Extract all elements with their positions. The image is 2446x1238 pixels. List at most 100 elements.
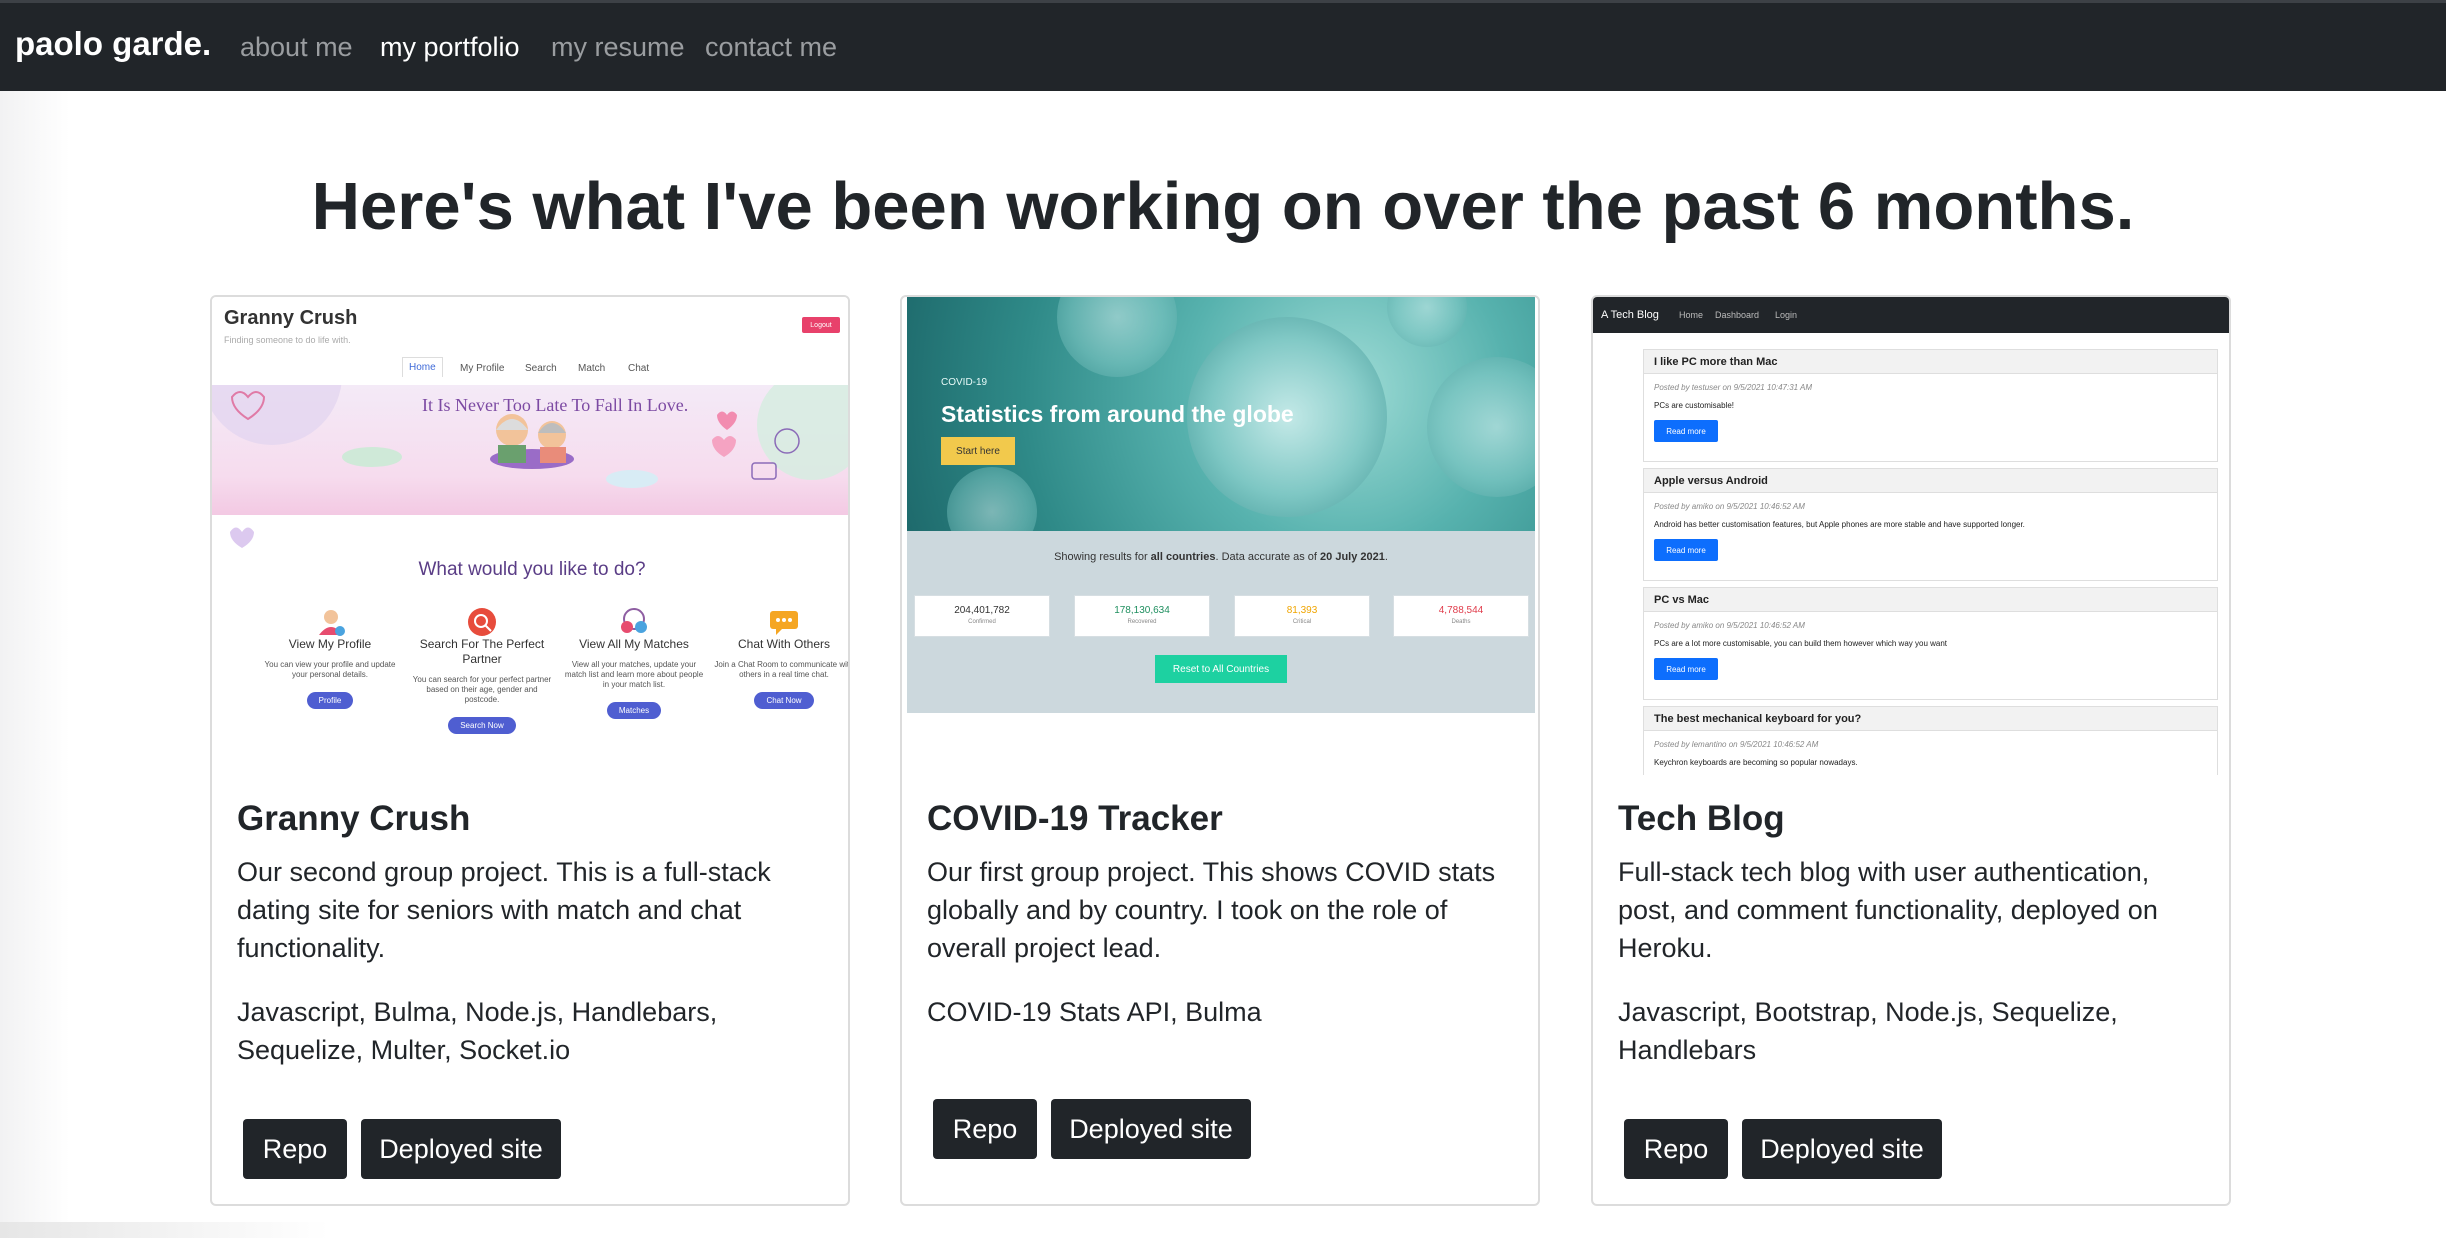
cv-stat-label: Recovered [1127,619,1157,625]
tb-post: The best mechanical keyboard for you? Po… [1643,706,2218,775]
gc-tagline: Finding someone to do life with. [224,335,351,345]
cv-hero: COVID-19 Statistics from around the glob… [907,297,1535,531]
cv-stat-value: 81,393 [1286,605,1318,616]
tb-read-more-button: Read more [1654,420,1718,442]
tb-post-body: Android has better customisation feature… [1654,520,2025,529]
gc-chat-button: Chat Now [754,692,814,709]
cv-stats-section: Showing results for all countries. Data … [907,531,1535,713]
tb-read-more-button: Read more [1654,658,1718,680]
nav-my-portfolio[interactable]: my portfolio [380,32,520,63]
deployed-site-button[interactable]: Deployed site [1051,1099,1251,1159]
cv-stat-label: Deaths [1451,619,1471,625]
cv-stat-value: 4,788,544 [1438,605,1484,616]
gc-tab-search: Search [525,363,557,374]
gc-tab-my-profile: My Profile [460,363,505,374]
project-card-covid-tracker: COVID-19 Statistics from around the glob… [900,295,1540,1206]
virus-icon [1427,357,1535,497]
gc-feature-desc: You can view your profile and update you… [264,660,396,679]
gc-heart-icon [230,527,254,548]
gc-feature-desc: Join a Chat Room to communicate with oth… [714,660,848,679]
gc-profile-icon [319,610,345,636]
gc-feature-profile: View My Profile You can view your profil… [260,607,400,709]
tb-brand: A Tech Blog [1601,309,1659,321]
gc-feature-title: Search For The Perfect Partner [419,637,545,666]
tb-link-login: Login [1775,310,1798,320]
card-title: Tech Blog [1618,799,1785,838]
gc-banner-illustration [212,385,848,488]
virus-icon [947,467,1037,531]
cv-stat-deaths: 4,788,544 Deaths [1393,595,1529,637]
cv-showing-mid: . Data accurate as of [1215,551,1321,563]
cv-showing-end: . [1384,551,1388,563]
repo-button[interactable]: Repo [243,1119,347,1179]
gc-feature-title: View All My Matches [579,637,689,651]
tb-post-title: I like PC more than Mac [1644,350,2217,374]
gc-feature-title: Chat With Others [737,637,831,651]
tb-post: I like PC more than Mac Posted by testus… [1643,349,2218,462]
card-title: COVID-19 Tracker [927,799,1223,838]
repo-button[interactable]: Repo [933,1099,1037,1159]
tb-post-meta: Posted by amiko on 9/5/2021 10:46:52 AM [1654,502,1805,511]
cv-stat-value: 178,130,634 [1114,605,1170,616]
tb-post-body: Keychron keyboards are becoming so popul… [1654,758,1858,767]
tb-post-title: PC vs Mac [1644,588,2217,612]
gc-feature-desc: View all your matches, update your match… [564,660,704,689]
project-screenshot-granny-crush[interactable]: Granny Crush Finding someone to do life … [212,297,848,775]
gc-feature-desc: You can search for your perfect partner … [412,675,552,704]
gc-tab-match: Match [578,363,606,374]
project-card-tech-blog: A Tech Blog Home Dashboard Login I like … [1591,295,2231,1206]
tb-post-meta: Posted by amiko on 9/5/2021 10:46:52 AM [1654,621,1805,630]
cv-reset-button: Reset to All Countries [1155,655,1287,683]
card-technologies: Javascript, Bulma, Node.js, Handlebars, … [237,997,718,1065]
gc-feature-search: Search For The Perfect Partner You can s… [412,607,552,734]
tb-navbar: A Tech Blog Home Dashboard Login [1593,297,2229,333]
repo-button[interactable]: Repo [1624,1119,1728,1179]
cv-showing-text: Showing results for all countries. Data … [907,551,1535,563]
cv-showing-bold: all countries [1150,551,1216,563]
project-screenshot-covid-tracker[interactable]: COVID-19 Statistics from around the glob… [907,297,1535,713]
card-description: Our second group project. This is a full… [237,857,771,963]
tb-post-meta: Posted by lemantino on 9/5/2021 10:46:52… [1654,740,1819,749]
cv-small-label: COVID-19 [941,377,988,388]
gc-tab-home: Home [402,357,443,377]
gc-search-button: Search Now [448,717,516,734]
cv-stat-label: Confirmed [968,619,996,625]
page-headline: Here's what I've been working on over th… [311,169,2135,244]
card-description: Full-stack tech blog with user authentic… [1618,857,2158,963]
cv-stat-recovered: 178,130,634 Recovered [1074,595,1210,637]
project-screenshot-tech-blog[interactable]: A Tech Blog Home Dashboard Login I like … [1593,297,2229,775]
card-title: Granny Crush [237,799,471,838]
cv-stat-label: Critical [1292,619,1312,625]
tb-post-meta: Posted by testuser on 9/5/2021 10:47:31 … [1654,383,1813,392]
virus-icon [1387,297,1467,347]
tb-post-body: PCs are a lot more customisable, you can… [1654,639,1948,648]
cv-start-button: Start here [941,437,1015,465]
gc-question: What would you like to do? [418,559,646,580]
gc-profile-button: Profile [306,692,354,709]
cv-stat-confirmed: 204,401,782 Confirmed [914,595,1050,637]
cv-showing-date: 20 July 2021 [1320,551,1385,563]
gc-chat-icon [770,611,798,635]
cv-heading: Statistics from around the globe [941,401,1294,427]
tb-post: PC vs Mac Posted by amiko on 9/5/2021 10… [1643,587,2218,700]
gc-feature-title: View My Profile [288,637,372,651]
tb-post: Apple versus Android Posted by amiko on … [1643,468,2218,581]
card-technologies: COVID-19 Stats API, Bulma [927,997,1262,1027]
deployed-site-button[interactable]: Deployed site [1742,1119,1942,1179]
gc-matches-icon [621,608,647,633]
cv-stat-critical: 81,393 Critical [1234,595,1370,637]
gc-feature-matches: View All My Matches View all your matche… [564,607,704,719]
tb-post-title: The best mechanical keyboard for you? [1644,707,2217,731]
tb-post-title: Apple versus Android [1644,469,2217,493]
card-technologies: Javascript, Bootstrap, Node.js, Sequeliz… [1618,997,2118,1065]
gc-site-title: Granny Crush [224,307,358,329]
navbar: paolo garde. about me my portfolio my re… [0,3,2446,91]
virus-icon [1057,297,1177,377]
brand-logo[interactable]: paolo garde. [15,25,211,63]
gc-feature-chat: Chat With Others Join a Chat Room to com… [714,607,848,709]
nav-about-me[interactable]: about me [240,32,353,63]
nav-my-resume[interactable]: my resume [551,32,685,63]
tb-read-more-button: Read more [1654,539,1718,561]
nav-contact-me[interactable]: contact me [705,32,837,63]
deployed-site-button[interactable]: Deployed site [361,1119,561,1179]
